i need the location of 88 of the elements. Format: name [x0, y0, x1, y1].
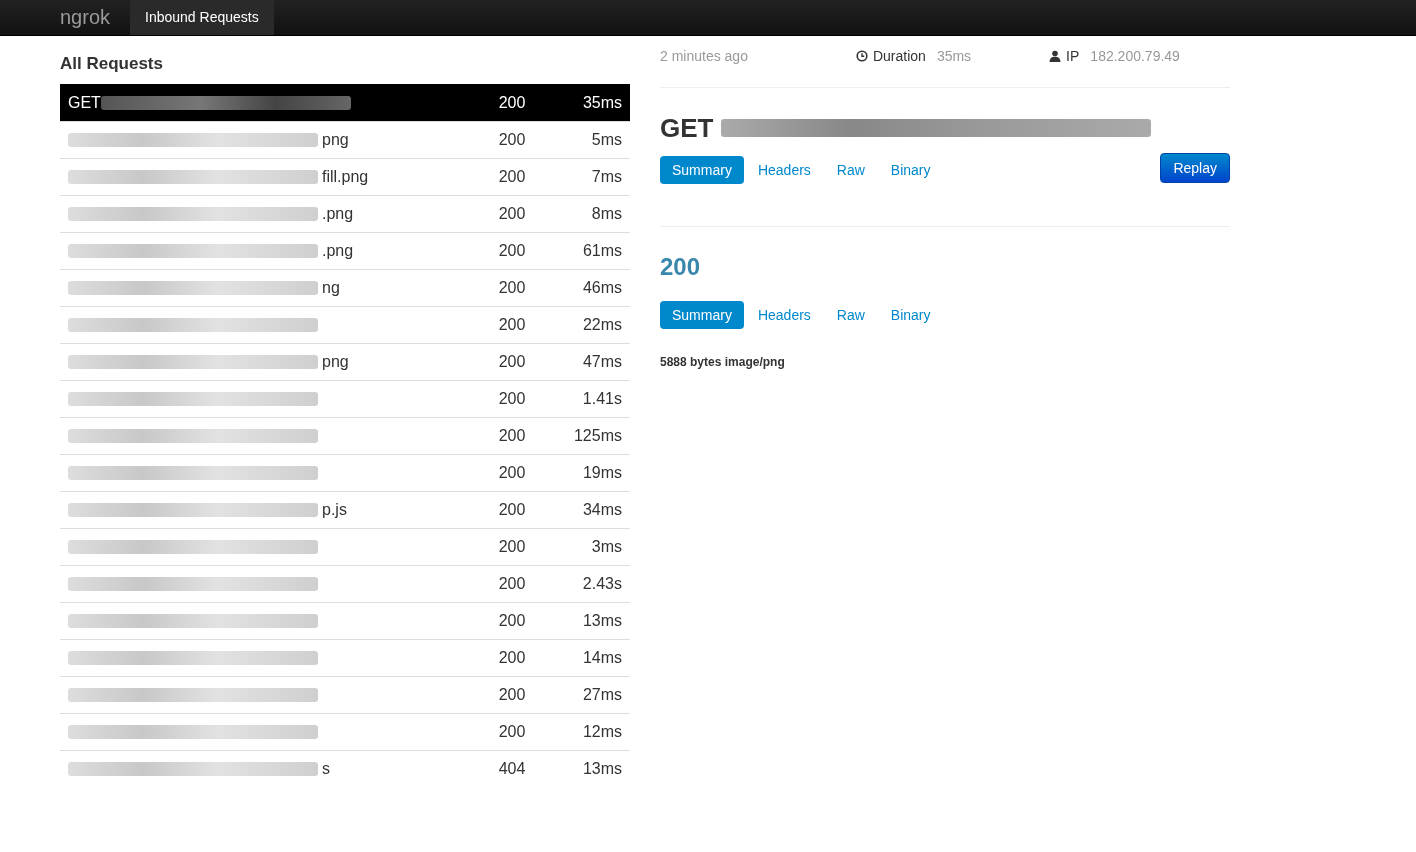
- brand-logo[interactable]: ngrok: [60, 0, 111, 35]
- request-duration: 47ms: [581, 353, 623, 371]
- detail-tab[interactable]: Raw: [824, 156, 877, 184]
- request-path: fill.png: [322, 168, 369, 186]
- request-row[interactable]: 200 13ms: [60, 602, 630, 639]
- status-code: 200: [497, 168, 527, 186]
- request-row[interactable]: 200 14ms: [60, 639, 630, 676]
- request-duration: 19ms: [581, 464, 623, 482]
- nav-tab[interactable]: Inbound Requests: [130, 0, 274, 35]
- status-code: 200: [497, 649, 527, 667]
- request-row[interactable]: 200 27ms: [60, 676, 630, 713]
- status-code: 200: [497, 316, 527, 334]
- status-code: 200: [497, 279, 527, 297]
- duration-value: 35ms: [936, 48, 972, 64]
- ip-address: 182.200.79.49: [1090, 48, 1180, 64]
- ip-label: IP: [1066, 48, 1080, 64]
- request-duration: 13ms: [581, 612, 623, 630]
- user-icon: [1049, 50, 1062, 62]
- request-row[interactable]: 200 3ms: [60, 528, 630, 565]
- detail-tab[interactable]: Headers: [745, 301, 823, 329]
- response-summary: 5888 bytes image/png: [660, 355, 786, 369]
- status-code: 200: [497, 464, 527, 482]
- request-path: png: [322, 353, 349, 371]
- request-row[interactable]: 200 2.43s: [60, 565, 630, 602]
- request-duration: 1.41s: [581, 390, 623, 408]
- request-path: p.js: [322, 501, 347, 519]
- request-duration: 34ms: [581, 501, 623, 519]
- request-path: .png: [322, 242, 354, 260]
- request-row[interactable]: s 404 13ms: [60, 750, 630, 787]
- request-duration: 22ms: [581, 316, 623, 334]
- request-path: .png: [322, 205, 354, 223]
- request-row[interactable]: 200 22ms: [60, 306, 630, 343]
- duration-label: Duration: [872, 48, 926, 64]
- request-time: 2 minutes ago: [660, 48, 748, 64]
- detail-tab[interactable]: Raw: [824, 301, 877, 329]
- request-row[interactable]: 200 1.41s: [60, 380, 630, 417]
- request-duration: 61ms: [581, 242, 623, 260]
- request-duration: 46ms: [581, 279, 623, 297]
- status-code: 200: [497, 612, 527, 630]
- status-code: 200: [497, 94, 527, 112]
- response-status: 200: [660, 253, 702, 282]
- request-row[interactable]: GET 200 35ms: [60, 84, 630, 121]
- replay-button[interactable]: Replay: [1160, 153, 1230, 183]
- request-duration: 8ms: [590, 205, 623, 223]
- detail-tab[interactable]: Binary: [878, 301, 943, 329]
- detail-tab[interactable]: Headers: [745, 156, 823, 184]
- request-row[interactable]: 200 19ms: [60, 454, 630, 491]
- status-code: 200: [497, 575, 527, 593]
- request-row[interactable]: .png 200 8ms: [60, 195, 630, 232]
- detail-tab[interactable]: Summary: [660, 301, 744, 329]
- status-code: 200: [497, 353, 527, 371]
- status-code: 404: [497, 760, 527, 778]
- request-row[interactable]: 200 125ms: [60, 417, 630, 454]
- status-code: 200: [497, 242, 527, 260]
- request-method: GET: [660, 112, 714, 144]
- request-path: png: [322, 131, 349, 149]
- request-duration: 14ms: [581, 649, 623, 667]
- request-row[interactable]: png 200 5ms: [60, 121, 630, 158]
- request-row[interactable]: fill.png 200 7ms: [60, 158, 630, 195]
- status-code: 200: [497, 427, 527, 445]
- request-path: s: [322, 760, 330, 778]
- request-method: GET: [68, 94, 101, 112]
- status-code: 200: [497, 131, 527, 149]
- request-duration: 2.43s: [581, 575, 623, 593]
- request-duration: 7ms: [590, 168, 623, 186]
- request-duration: 3ms: [590, 538, 623, 556]
- request-row[interactable]: ng 200 46ms: [60, 269, 630, 306]
- status-code: 200: [497, 390, 527, 408]
- detail-tab[interactable]: Summary: [660, 156, 744, 184]
- request-duration: 35ms: [581, 94, 623, 112]
- status-code: 200: [497, 501, 527, 519]
- request-row[interactable]: 200 12ms: [60, 713, 630, 750]
- request-row[interactable]: p.js 200 34ms: [60, 491, 630, 528]
- request-duration: 13ms: [581, 760, 623, 778]
- request-path: ng: [322, 279, 340, 297]
- section-title: All Requests: [60, 54, 164, 74]
- request-duration: 125ms: [572, 427, 623, 445]
- request-duration: 12ms: [581, 723, 623, 741]
- clock-icon: [855, 50, 868, 62]
- status-code: 200: [497, 723, 527, 741]
- request-row[interactable]: png 200 47ms: [60, 343, 630, 380]
- status-code: 200: [497, 686, 527, 704]
- request-duration: 5ms: [590, 131, 623, 149]
- status-code: 200: [497, 538, 527, 556]
- status-code: 200: [497, 205, 527, 223]
- request-duration: 27ms: [581, 686, 623, 704]
- detail-tab[interactable]: Binary: [878, 156, 943, 184]
- request-row[interactable]: .png 200 61ms: [60, 232, 630, 269]
